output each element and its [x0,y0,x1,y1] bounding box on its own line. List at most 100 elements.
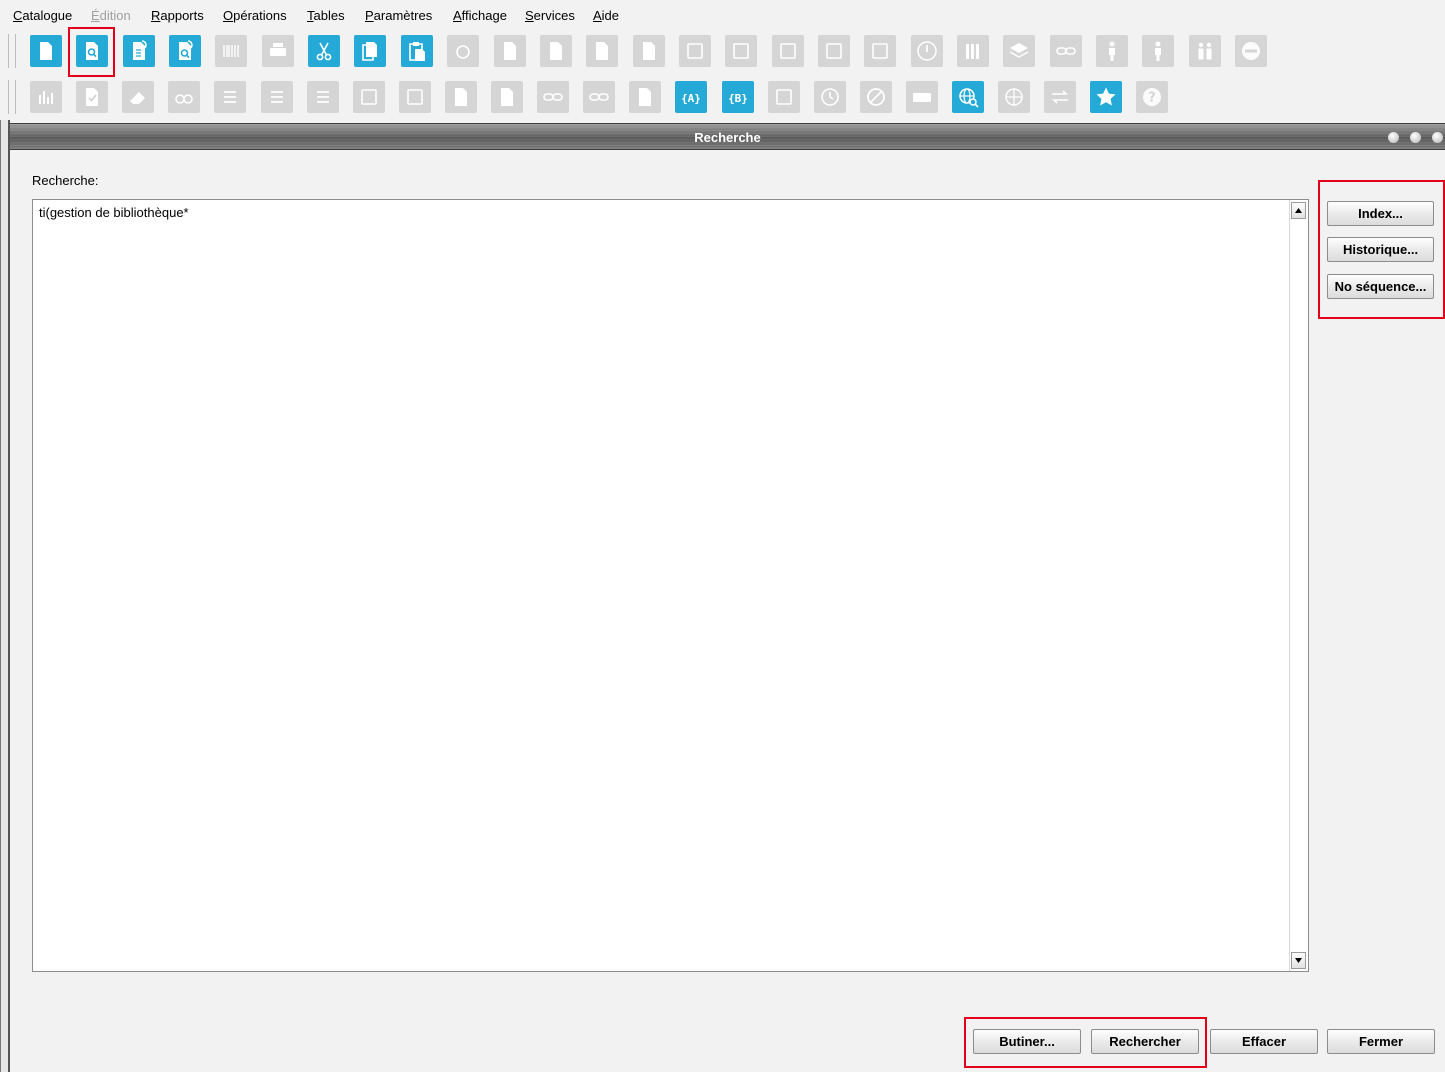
menu-edition[interactable]: Édition [91,8,131,24]
power-icon [916,41,937,61]
clear-button[interactable]: Effacer [1210,1029,1318,1054]
add-button[interactable] [771,35,804,67]
close-button[interactable]: Fermer [1327,1029,1435,1054]
menu-rapports[interactable]: Rapports [151,8,204,24]
person-alt-button[interactable] [1142,35,1175,67]
copy-icon [362,42,378,61]
sequence-number-button[interactable]: No séquence... [1327,274,1434,299]
close-box-button[interactable] [864,35,897,67]
toolbar-grip[interactable] [8,34,16,68]
window-title-bar[interactable]: Recherche [10,123,1445,150]
toolbar-grip[interactable] [8,80,16,114]
eraser-button[interactable] [122,81,155,113]
checklist-button[interactable] [76,81,109,113]
maximize-icon[interactable] [1410,132,1421,143]
print-button[interactable] [261,35,294,67]
menu-affichage[interactable]: Affichage [453,8,507,24]
menu-operations[interactable]: Opérations [223,8,287,24]
document-copy-button[interactable] [444,81,477,113]
delete-document-button[interactable] [586,35,619,67]
window-icon [687,43,703,59]
person-button[interactable] [1096,35,1129,67]
search-query-textarea[interactable]: ti(gestion de bibliothèque* [32,199,1309,972]
svg-text:?: ? [1149,91,1157,106]
document-list-button[interactable] [632,35,665,67]
close-icon[interactable] [1432,132,1443,143]
link-chain-button[interactable] [537,81,570,113]
keyboard-icon [912,93,931,102]
document-edit-button[interactable] [491,81,523,113]
star-button[interactable] [1090,81,1123,113]
document-edit-icon [501,88,513,106]
excel-button[interactable] [352,81,385,113]
export-icon [733,43,750,59]
swap-icon [1052,90,1069,104]
globe-button[interactable] [998,81,1031,113]
scroll-down-button[interactable] [1291,952,1306,969]
globe-icon [1005,88,1023,106]
list-button[interactable] [214,81,247,113]
minimize-icon[interactable] [1388,132,1399,143]
search-button[interactable]: Rechercher [1091,1029,1199,1054]
delete-document-icon [596,42,609,60]
document-refresh-button[interactable] [122,35,155,67]
browse-button[interactable]: Butiner... [973,1029,1081,1054]
refresh-button[interactable] [817,35,850,67]
add-document-button[interactable] [629,81,662,113]
document-settings-button[interactable] [539,35,572,67]
excel-icon [360,89,377,105]
secondary-toolbar: {A} {B}? [0,76,1180,118]
paste-button[interactable] [400,35,433,67]
menu-services[interactable]: Services [525,8,575,24]
new-document-button[interactable] [30,35,62,67]
list-alt-button[interactable] [260,81,293,113]
books-button[interactable] [957,35,989,67]
no-entry-button[interactable] [1235,35,1268,67]
set-a-button[interactable]: {A} [675,81,708,113]
camera-button[interactable] [447,35,480,67]
help-button[interactable]: ? [1136,81,1169,113]
window-button[interactable] [678,35,711,67]
layers-icon [1010,43,1029,58]
save-document-button[interactable] [493,35,526,67]
document-copy-icon [454,88,467,106]
menu-bar: Catalogue Édition Rapports Opérations Ta… [0,0,1445,30]
menu-catalogue[interactable]: Catalogue [13,8,72,24]
history-button[interactable]: Historique... [1327,237,1434,262]
export-button[interactable] [725,35,758,67]
chart-button[interactable] [30,81,62,113]
scroll-up-button[interactable] [1291,202,1306,219]
swap-button[interactable] [1044,81,1077,113]
layers-button[interactable] [1003,35,1036,67]
set-b-icon: {B} [728,92,748,105]
cut-button[interactable] [308,35,341,67]
save-button[interactable] [398,81,431,113]
index-button[interactable]: Index... [1327,201,1434,226]
power-button[interactable] [910,35,943,67]
unlink-button[interactable] [583,81,616,113]
search-document-button[interactable] [76,35,109,67]
vertical-scrollbar[interactable] [1289,200,1308,971]
menu-parametres[interactable]: Paramètres [365,8,432,24]
globe-search-button[interactable] [952,81,984,113]
window-frame [0,120,10,1072]
set-b-button[interactable]: {B} [721,81,754,113]
people-button[interactable] [1188,35,1221,67]
clock-button[interactable] [813,81,846,113]
link-chain-icon [543,93,563,101]
keyboard-button[interactable] [905,81,938,113]
copy-button[interactable] [354,35,387,67]
main-toolbar [0,30,1275,72]
forbidden-button[interactable] [859,81,892,113]
menu-tables[interactable]: Tables [307,8,345,24]
document-search-refresh-button[interactable] [169,35,202,67]
edit-button[interactable] [767,81,800,113]
svg-text:{B}: {B} [728,92,748,105]
globe-search-icon [959,88,979,108]
binoculars-button[interactable] [168,81,201,113]
list-lines-button[interactable] [306,81,339,113]
menu-aide[interactable]: Aide [593,8,619,24]
link-button[interactable] [1049,35,1082,67]
search-query-text[interactable]: ti(gestion de bibliothèque* [39,205,189,220]
barcode-button[interactable] [215,35,248,67]
